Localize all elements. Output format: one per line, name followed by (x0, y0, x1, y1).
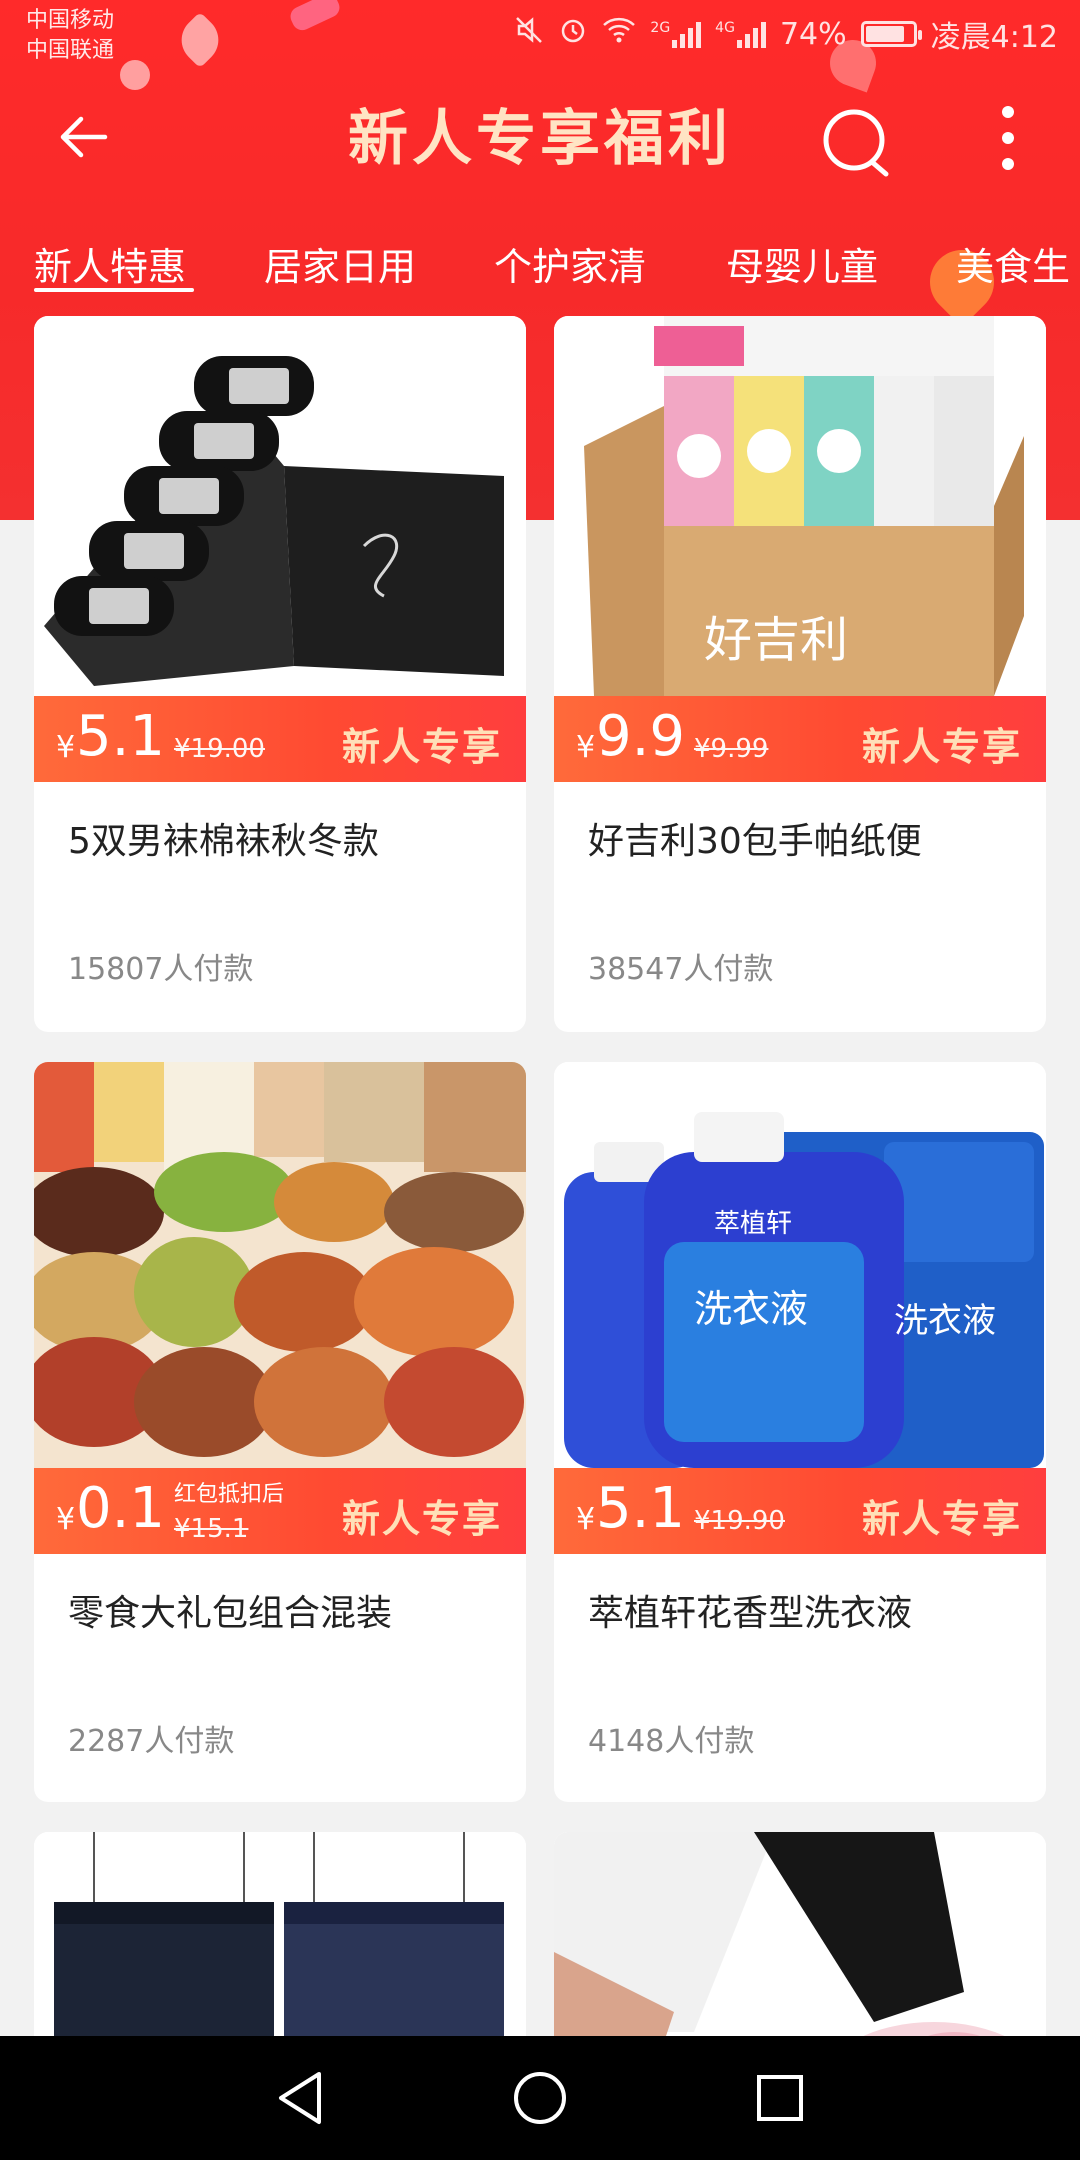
new-user-badge: 新人专享 (861, 1497, 1022, 1541)
new-user-badge: 新人专享 (341, 725, 502, 769)
carrier-1: 中国移动 (26, 8, 115, 33)
currency-symbol: ¥ (56, 730, 76, 765)
box-brand-text: 好吉利 (704, 612, 848, 668)
product-card[interactable]: ¥ 0.1 红包抵扣后 ¥15.1 新人专享 零食大礼包组合混装 2287人付款 (34, 1062, 526, 1802)
original-price: ¥19.90 (694, 1506, 785, 1536)
tab-new-user-deals[interactable]: 新人特惠 (34, 236, 186, 291)
page-title: 新人专享福利 (348, 104, 732, 174)
mute-icon (514, 15, 544, 53)
product-image: 好吉利 (554, 316, 1046, 696)
refill-label-text: 洗衣液 (894, 1301, 996, 1341)
product-card[interactable]: 萃植轩 洗衣液 洗衣液 ¥ 5.1 ¥19.90 新人专享 萃植轩花香型洗衣液 … (554, 1062, 1046, 1802)
currency-symbol: ¥ (576, 1502, 596, 1537)
circle-home-icon (514, 2072, 566, 2124)
nav-back-button[interactable] (268, 2066, 332, 2130)
more-dot-icon (1002, 158, 1014, 170)
product-name: 零食大礼包组合混装 (68, 1593, 393, 1634)
more-dot-icon (1002, 106, 1014, 118)
battery-icon (860, 21, 922, 47)
sold-count: 38547人付款 (588, 952, 774, 987)
product-image: 萃植轩 洗衣液 洗衣液 (554, 1062, 1046, 1468)
sale-price: 5.1 (76, 704, 166, 769)
new-user-badge: 新人专享 (341, 1497, 502, 1541)
alarm-icon (558, 15, 588, 53)
network-type-1: 2G (650, 20, 671, 36)
product-image (34, 1062, 526, 1468)
tab-mother-baby[interactable]: 母婴儿童 (726, 236, 878, 291)
original-price: ¥15.1 (174, 1514, 249, 1544)
sale-price: 9.9 (596, 704, 686, 769)
product-card[interactable]: ¥ 5.1 ¥19.00 新人专享 5双男袜棉袜秋冬款 15807人付款 (34, 316, 526, 1032)
product-card[interactable]: 好吉利 ¥ 9.9 ¥9.99 新人专享 好吉利30包手帕纸便 38547人付款 (554, 316, 1046, 1032)
coupon-note: 红包抵扣后 (174, 1482, 285, 1507)
new-user-badge: 新人专享 (861, 725, 1022, 769)
carrier-info: 中国移动 中国联通 (26, 6, 114, 66)
product-name: 好吉利30包手帕纸便 (588, 821, 922, 862)
clock: 凌晨4:12 (930, 20, 1058, 55)
battery-percent: 74% (779, 16, 847, 52)
detergent-label-text: 洗衣液 (694, 1287, 808, 1331)
network-type-2: 4G (715, 20, 735, 36)
wifi-icon (602, 15, 636, 53)
price-band: ¥ 9.9 ¥9.99 新人专享 (554, 696, 1046, 782)
price-band: ¥ 5.1 ¥19.00 新人专享 (34, 696, 526, 782)
nav-home-button[interactable] (508, 2066, 572, 2130)
carrier-2: 中国联通 (26, 38, 115, 63)
signal-4g-icon: 4G (715, 20, 766, 48)
status-bar: 中国移动 中国联通 2G 4G 74% 凌晨4:12 (0, 0, 1080, 72)
square-recents-icon (757, 2075, 803, 2121)
product-name: 5双男袜棉袜秋冬款 (68, 821, 379, 862)
sale-price: 5.1 (596, 1476, 686, 1541)
tab-food[interactable]: 美食生 (956, 236, 1070, 291)
triangle-back-icon (279, 2072, 321, 2124)
tab-home-daily[interactable]: 居家日用 (264, 236, 416, 291)
status-icons: 2G 4G 74% 凌晨4:12 (514, 12, 1058, 56)
product-image (34, 316, 526, 696)
sold-count: 15807人付款 (68, 952, 254, 987)
search-button[interactable] (820, 102, 900, 182)
sold-count: 4148人付款 (588, 1724, 755, 1759)
nav-recents-button[interactable] (748, 2066, 812, 2130)
signal-2g-icon: 2G (650, 20, 702, 48)
more-options-button[interactable] (990, 106, 1026, 170)
product-name: 萃植轩花香型洗衣液 (588, 1593, 913, 1634)
currency-symbol: ¥ (576, 730, 596, 765)
search-icon (823, 109, 889, 177)
tab-personal-care[interactable]: 个护家清 (494, 236, 646, 291)
original-price: ¥19.00 (174, 734, 265, 764)
top-app-bar: 新人专享福利 (0, 72, 1080, 202)
original-price: ¥9.99 (694, 734, 769, 764)
price-band: ¥ 5.1 ¥19.90 新人专享 (554, 1468, 1046, 1554)
price-band: ¥ 0.1 红包抵扣后 ¥15.1 新人专享 (34, 1468, 526, 1554)
more-dot-icon (1002, 132, 1014, 144)
currency-symbol: ¥ (56, 1502, 76, 1537)
sold-count: 2287人付款 (68, 1724, 235, 1759)
detergent-brand-text: 萃植轩 (714, 1209, 792, 1239)
active-tab-indicator (34, 288, 194, 292)
system-navigation-bar (0, 2036, 1080, 2160)
sale-price: 0.1 (76, 1476, 166, 1541)
